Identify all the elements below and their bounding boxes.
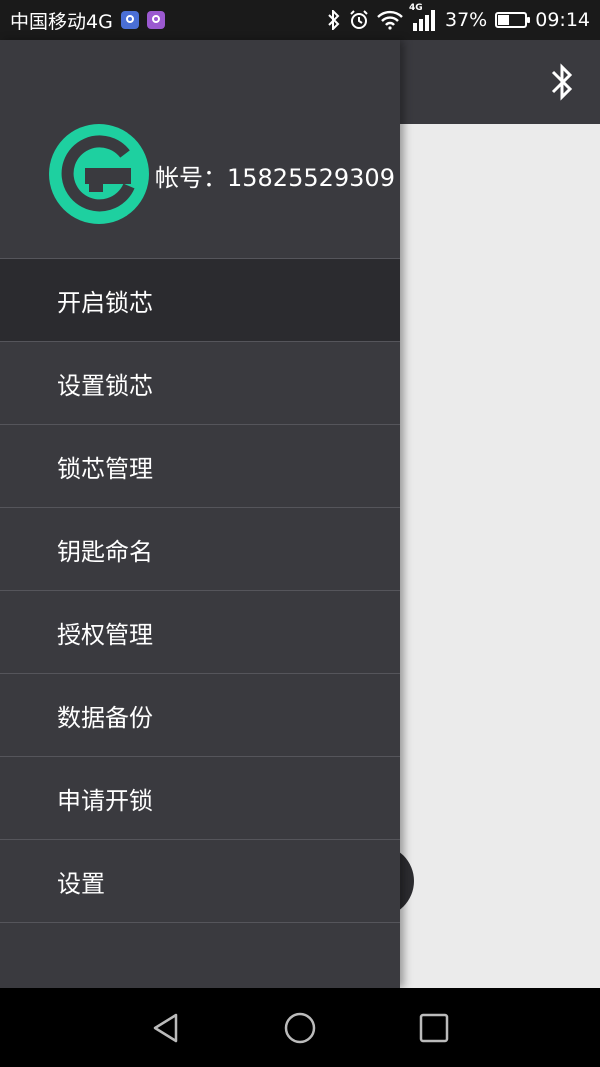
menu-item-label: 数据备份 xyxy=(57,703,153,732)
recents-icon[interactable] xyxy=(418,1012,450,1048)
status-bar: 中国移动4G 4G 37% 09:14 xyxy=(0,0,600,40)
account-label: 帐号：15825529309 xyxy=(155,164,395,192)
menu-item-data-backup[interactable]: 数据备份 xyxy=(0,674,400,757)
menu-item-authorization[interactable]: 授权管理 xyxy=(0,591,400,674)
home-icon[interactable] xyxy=(283,1012,317,1048)
battery-percent: 37% xyxy=(445,9,488,31)
menu-item-core-management[interactable]: 锁芯管理 xyxy=(0,425,400,508)
location-app-icon xyxy=(120,11,139,29)
menu-item-settings[interactable]: 设置 xyxy=(0,840,400,923)
menu-item-label: 锁芯管理 xyxy=(57,454,153,483)
menu-item-label: 设置锁芯 xyxy=(57,371,153,400)
menu-item-request-unlock[interactable]: 申请开锁 xyxy=(0,757,400,840)
bluetooth-icon xyxy=(327,10,341,30)
menu-item-label: 申请开锁 xyxy=(57,786,153,815)
back-icon[interactable] xyxy=(150,1012,182,1048)
menu-item-setup-core[interactable]: 设置锁芯 xyxy=(0,342,400,425)
app-logo-icon xyxy=(49,124,149,224)
menu-item-unlock-core[interactable]: 开启锁芯 xyxy=(0,259,400,342)
clock: 09:14 xyxy=(535,9,590,31)
battery-icon xyxy=(495,12,531,28)
wifi-icon xyxy=(377,10,403,30)
menu-item-label: 开启锁芯 xyxy=(57,288,153,317)
main-content xyxy=(400,124,600,988)
signal-icon: 4G xyxy=(409,3,437,31)
bluetooth-icon[interactable] xyxy=(550,62,574,106)
network-badge: 4G xyxy=(409,3,423,13)
alarm-icon xyxy=(349,10,369,30)
menu-item-label: 钥匙命名 xyxy=(57,537,153,566)
menu-item-label: 授权管理 xyxy=(57,620,153,649)
carrier-label: 中国移动4G xyxy=(10,10,113,33)
gallery-app-icon xyxy=(146,11,165,29)
navigation-drawer: 帐号：15825529309 开启锁芯 设置锁芯 锁芯管理 钥匙命名 授权管理 … xyxy=(0,40,400,988)
menu-item-label: 设置 xyxy=(57,869,105,898)
menu-item-key-naming[interactable]: 钥匙命名 xyxy=(0,508,400,591)
drawer-header: 帐号：15825529309 xyxy=(0,40,400,259)
system-nav-bar xyxy=(0,988,600,1067)
